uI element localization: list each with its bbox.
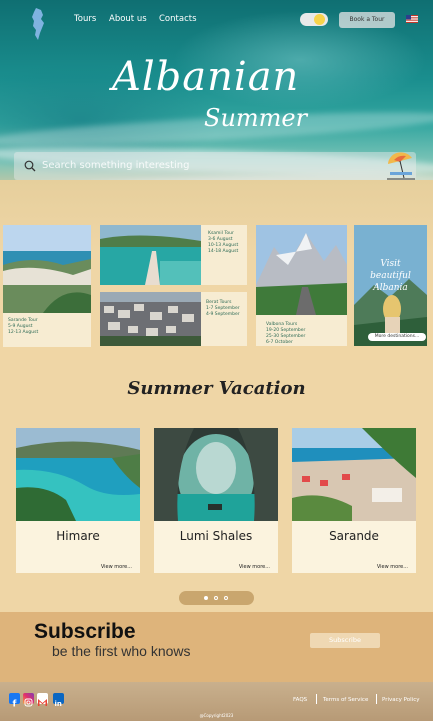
hero-title: Albanian bbox=[112, 54, 300, 100]
carousel-dot-3[interactable] bbox=[224, 596, 228, 600]
nav-contacts-link[interactable]: Contacts bbox=[159, 14, 197, 24]
search-icon bbox=[24, 160, 36, 172]
facebook-icon[interactable]: f bbox=[9, 693, 20, 710]
view-more-link[interactable]: View more... bbox=[101, 564, 132, 570]
instagram-icon[interactable] bbox=[23, 693, 34, 707]
destination-name: Lumi Shales bbox=[179, 529, 253, 543]
search-input[interactable]: Search something interesting bbox=[42, 160, 190, 171]
destination-card-sarande[interactable]: Sarande View more... bbox=[292, 428, 416, 573]
svg-text:in: in bbox=[55, 700, 62, 708]
theme-toggle[interactable] bbox=[300, 13, 328, 26]
destination-card-himare[interactable]: Himare View more... bbox=[16, 428, 140, 573]
carousel-dot-1[interactable] bbox=[204, 596, 208, 600]
ksamil-photo bbox=[100, 225, 201, 285]
tour-card-ksamil[interactable]: Ksamil Tour 3-6 August 10-13 August 14-1… bbox=[100, 225, 247, 285]
hero-subtitle: Summer bbox=[204, 104, 308, 132]
tour-card-valbona[interactable]: Valbona Tours 19-20 September 25-30 Sept… bbox=[256, 225, 347, 346]
section-title: Summer Vacation bbox=[127, 378, 306, 399]
berat-photo bbox=[100, 292, 201, 346]
sun-icon bbox=[314, 14, 325, 25]
more-destinations-button[interactable]: More destinations... bbox=[368, 333, 426, 341]
svg-text:f: f bbox=[13, 700, 17, 709]
promo-card-visit-albania[interactable]: Visit beautiful Albania bbox=[354, 225, 427, 346]
himare-photo bbox=[16, 428, 140, 521]
destination-card-lumi-shales[interactable]: Lumi Shales View more... bbox=[154, 428, 278, 573]
footer-terms-link[interactable]: Terms of Service bbox=[323, 697, 368, 703]
carousel-dot-2[interactable] bbox=[214, 596, 218, 600]
valbona-photo bbox=[256, 225, 347, 315]
footer-privacy-link[interactable]: Privacy Policy bbox=[382, 697, 419, 703]
destination-name: Himare bbox=[56, 529, 100, 543]
subscribe-subheading: be the first who knows bbox=[52, 643, 191, 659]
tour-card-berat[interactable]: Berat Tours 1-7 September 4-9 September bbox=[100, 292, 247, 346]
promo-visit-text: Visit beautiful Albania bbox=[370, 259, 411, 293]
footer-faqs-link[interactable]: FAQS bbox=[293, 697, 307, 703]
beach-umbrella-icon bbox=[387, 152, 415, 180]
subscribe-heading: Subscribe bbox=[34, 620, 136, 643]
destination-name: Sarande bbox=[329, 529, 379, 543]
albania-map-logo[interactable] bbox=[30, 8, 46, 40]
subscribe-button[interactable]: Subscribe bbox=[310, 633, 380, 648]
us-flag-icon[interactable] bbox=[406, 15, 418, 23]
nav-about-link[interactable]: About us bbox=[109, 14, 147, 24]
view-more-link[interactable]: View more... bbox=[239, 564, 270, 570]
lumi-shales-photo bbox=[154, 428, 278, 521]
copyright-text: @Copyright2023 bbox=[199, 713, 234, 718]
book-tour-button[interactable]: Book a Tour bbox=[339, 12, 395, 28]
tour-card-sarande[interactable]: Sarande Tour 5-9 August 12-13 August bbox=[3, 225, 91, 347]
view-more-link[interactable]: View more... bbox=[377, 564, 408, 570]
sarande-photo bbox=[3, 225, 91, 313]
gmail-icon[interactable] bbox=[37, 693, 48, 706]
tour-berat-dates: Berat Tours 1-7 September 4-9 September bbox=[206, 300, 240, 317]
tour-valbona-dates: Valbona Tours 19-20 September 25-30 Sept… bbox=[266, 322, 306, 345]
tour-sarande-dates: Sarande Tour 5-9 August 12-13 August bbox=[8, 318, 39, 335]
sarande-promenade-photo bbox=[292, 428, 416, 521]
linkedin-icon[interactable]: in bbox=[53, 693, 64, 708]
search-bar[interactable]: Search something interesting bbox=[14, 152, 416, 180]
carousel-pagination bbox=[179, 591, 254, 605]
nav-tours-link[interactable]: Tours bbox=[74, 14, 96, 24]
footer-divider bbox=[376, 694, 377, 704]
tour-ksamil-dates: Ksamil Tour 3-6 August 10-13 August 14-1… bbox=[208, 231, 239, 254]
footer-divider bbox=[316, 694, 317, 704]
